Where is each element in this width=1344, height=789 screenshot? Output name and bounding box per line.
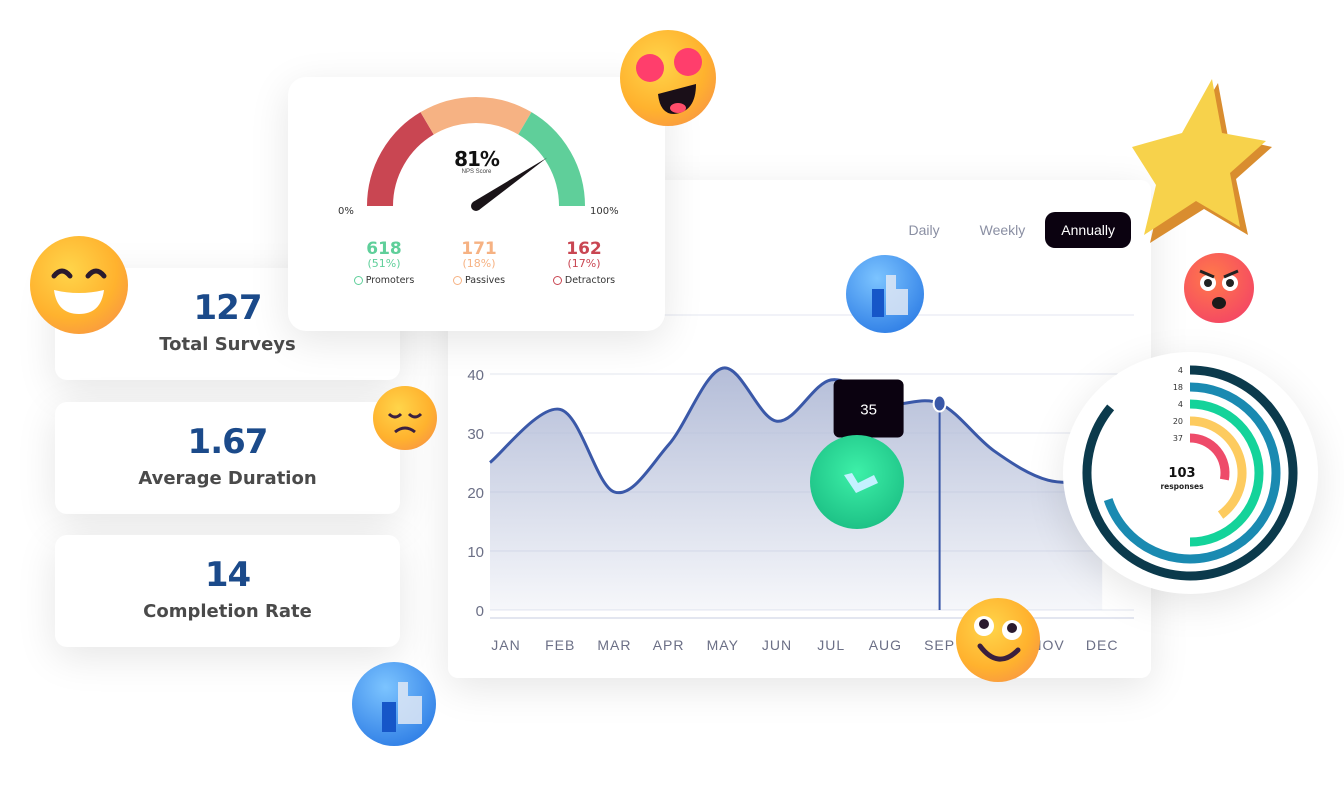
promoters-percent: (51%) <box>367 257 401 270</box>
radial-bar-label: 37 <box>1173 434 1183 443</box>
y-tick-label: 40 <box>467 367 484 384</box>
x-tick-label: DEC <box>1086 637 1119 653</box>
y-tick-label: 20 <box>467 485 484 502</box>
x-tick-label: JAN <box>491 637 520 653</box>
stat-value: 1.67 <box>187 422 269 462</box>
x-tick-label: JUN <box>762 637 792 653</box>
x-tick-label: MAY <box>707 637 739 653</box>
nps-score-label: NPS Score <box>461 169 492 175</box>
tooltip-marker[interactable] <box>932 394 947 413</box>
thumbs-up-emoji-icon <box>846 255 924 333</box>
tab-weekly[interactable]: Weekly <box>960 213 1046 247</box>
angry-emoji-icon <box>1184 253 1254 323</box>
promoters-label: Promoters <box>365 275 415 286</box>
nps-gauge-card: 81% NPS Score 0% 100% 618 (51%) Promoter… <box>288 77 665 331</box>
gauge-pivot <box>471 201 481 211</box>
stat-label: Completion Rate <box>143 601 312 622</box>
x-tick-label: APR <box>653 637 685 653</box>
responses-radial-card: 4 18 4 20 37 103 responses <box>1063 352 1318 594</box>
thumbs-up-icon <box>353 276 363 285</box>
x-tick-label: MAR <box>597 637 631 653</box>
y-tick-label: 10 <box>467 544 484 561</box>
passives-percent: (18%) <box>462 257 496 270</box>
promoters-stat: 618 (51%) Promoters <box>329 240 439 286</box>
radial-bar-label: 4 <box>1178 400 1183 409</box>
radial-total: 103 <box>1168 466 1195 481</box>
radial-total-label: responses <box>1160 482 1204 491</box>
radial-bar-chart: 4 18 4 20 37 103responses <box>1082 365 1298 581</box>
detractors-stat: 162 (17%) Detractors <box>529 240 639 286</box>
stat-label: Average Duration <box>138 468 317 489</box>
period-tabs: Daily Weekly Annually <box>889 212 1131 248</box>
x-tick-label: SEP <box>924 637 955 653</box>
passives-stat: 171 (18%) Passives <box>424 240 534 286</box>
tab-annually[interactable]: Annually <box>1045 212 1131 248</box>
x-tick-label: FEB <box>545 637 575 653</box>
stat-value: 14 <box>204 555 251 595</box>
area-fill <box>490 367 1103 610</box>
x-tick-label: AUG <box>869 637 902 653</box>
x-tick-label: JUL <box>817 637 845 653</box>
passives-label: Passives <box>464 275 506 286</box>
star-icon <box>1130 75 1275 250</box>
passives-count: 171 <box>461 239 497 259</box>
stat-label: Total Surveys <box>159 334 296 355</box>
gauge-min-label: 0% <box>338 206 354 217</box>
detractors-label: Detractors <box>564 275 616 286</box>
smiling-emoji-icon <box>956 598 1040 682</box>
heart-eyes-emoji-icon <box>620 30 716 126</box>
nps-score: 81% <box>454 147 500 171</box>
grinning-emoji-icon <box>30 236 128 334</box>
check-emoji-icon <box>810 435 904 529</box>
promoters-count: 618 <box>366 239 402 259</box>
tab-daily[interactable]: Daily <box>889 213 960 247</box>
radial-bar-label: 20 <box>1173 417 1183 426</box>
gauge-max-label: 100% <box>590 206 619 217</box>
radial-bar-label: 18 <box>1173 383 1183 392</box>
detractors-count: 162 <box>566 239 602 259</box>
radial-bar-label: 4 <box>1178 366 1183 375</box>
y-tick-label: 30 <box>467 426 484 443</box>
thumbs-up-emoji-icon <box>352 662 436 746</box>
gauge-arc-passives <box>420 97 532 135</box>
sad-emoji-icon <box>373 386 437 450</box>
thumbs-down-icon <box>552 276 562 285</box>
tooltip-value: 35 <box>860 402 877 419</box>
neutral-icon <box>452 276 462 285</box>
stat-card-average-duration: 1.67 Average Duration <box>55 402 400 514</box>
stat-card-completion-rate: 14 Completion Rate <box>55 535 400 647</box>
detractors-percent: (17%) <box>567 257 601 270</box>
y-tick-label: 0 <box>476 603 484 620</box>
